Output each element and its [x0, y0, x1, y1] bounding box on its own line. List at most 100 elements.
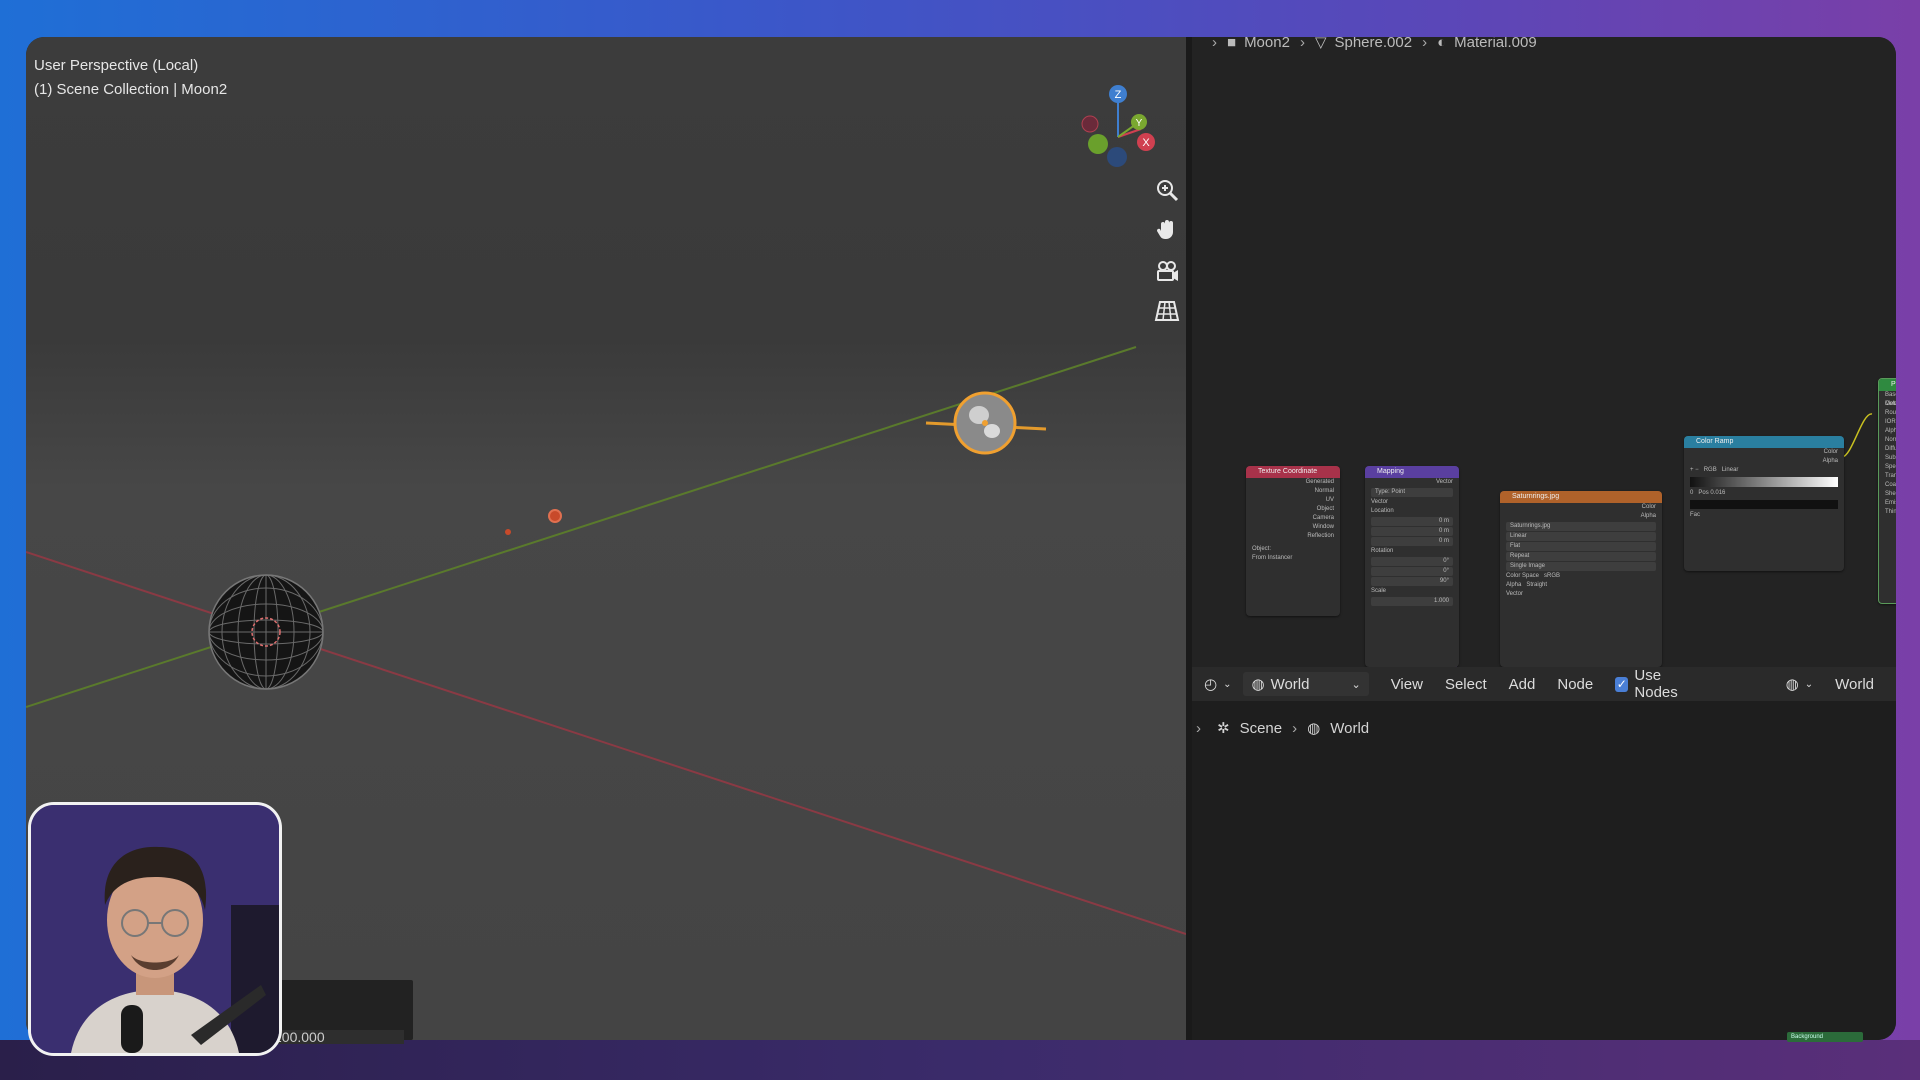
socket-label: Alpha — [1885, 428, 1896, 434]
socket-label: Normal — [1314, 488, 1334, 494]
chevron-down-icon: ⌄ — [1351, 678, 1361, 691]
chevron-down-icon: ⌄ — [1223, 678, 1232, 690]
menu-view[interactable]: View — [1391, 676, 1423, 693]
socket-label: Window — [1312, 524, 1334, 530]
background-node-badge[interactable]: Background — [1787, 1032, 1863, 1042]
origin-dot — [548, 509, 562, 523]
socket-label: Reflection — [1307, 533, 1334, 539]
socket-label: Vector — [1371, 499, 1389, 505]
from-instancer-checkbox[interactable]: From Instancer — [1246, 554, 1340, 563]
breadcrumb-world[interactable]: World — [1330, 720, 1369, 737]
node-image-texture[interactable]: Saturnrings.jpg Color Alpha Saturnrings.… — [1500, 491, 1662, 667]
node-title: Texture Coordinate — [1246, 466, 1340, 478]
node-principled-bsdf[interactable]: Principled Base Color Metallic Roughness… — [1878, 378, 1896, 604]
ramp-pos-row[interactable]: 0 Pos 0.016 — [1684, 489, 1844, 498]
scene-icon: ✲ — [1217, 720, 1230, 737]
socket-label: Alpha — [1640, 513, 1656, 519]
value-field[interactable]: 100.000 — [268, 1030, 404, 1044]
node-mapping[interactable]: Mapping Vector Type: Point Vector Locati… — [1365, 466, 1459, 667]
gizmo-y-label: Y — [1136, 118, 1143, 129]
rotation-label: Rotation — [1371, 548, 1394, 554]
background-strip — [0, 1040, 1920, 1080]
node-color-ramp[interactable]: Color Ramp Color Alpha + − RGB Linear 0 … — [1684, 436, 1844, 571]
shader-node-editor[interactable]: › ■ Moon2 › ▽ Sphere.002 › ◐ Material.00… — [1192, 37, 1896, 667]
socket-label: Color — [1641, 504, 1656, 510]
origin-dot-small — [505, 529, 511, 535]
rotation-y-field[interactable]: 0° — [1371, 567, 1453, 576]
extension-dropdown[interactable]: Repeat — [1506, 552, 1656, 561]
gizmo-z-label: Z — [1115, 89, 1122, 101]
world-icon: ◍ — [1251, 676, 1265, 693]
grid-icon[interactable] — [1150, 294, 1184, 328]
chevron-down-icon: ⌄ — [1804, 678, 1814, 690]
earth-sphere — [208, 574, 324, 690]
ramp-gradient[interactable] — [1690, 477, 1838, 487]
location-y-field[interactable]: 0 m — [1371, 527, 1453, 536]
dropdown-value: World — [1270, 675, 1310, 693]
gizmo-x-label: X — [1142, 137, 1150, 149]
socket-label: Transmission — [1885, 473, 1896, 479]
gizmo-neg-z[interactable] — [1105, 145, 1129, 169]
socket-label: Camera — [1312, 515, 1334, 521]
node-title: Mapping — [1365, 466, 1459, 478]
menu-select[interactable]: Select — [1445, 676, 1487, 693]
camera-icon[interactable] — [1150, 254, 1184, 288]
socket-label: Coat — [1885, 482, 1896, 488]
mapping-type-dropdown[interactable]: Type: Point — [1371, 488, 1453, 497]
rotation-z-field[interactable]: 90° — [1371, 577, 1453, 586]
app-window: User Perspective (Local) (1) Scene Colle… — [26, 37, 1896, 1040]
breadcrumb-scene[interactable]: Scene — [1240, 720, 1283, 737]
location-z-field[interactable]: 0 m — [1371, 537, 1453, 546]
source-dropdown[interactable]: Single Image — [1506, 562, 1656, 571]
zoom-icon[interactable] — [1150, 173, 1184, 207]
ramp-controls[interactable]: + − RGB Linear — [1684, 466, 1844, 475]
socket-label: Alpha — [1822, 458, 1838, 464]
location-label: Location — [1371, 508, 1394, 514]
alpha-row[interactable]: Alpha Straight — [1500, 581, 1662, 590]
color-space-row[interactable]: Color Space sRGB — [1500, 572, 1662, 581]
world-icon: ◍ — [1307, 720, 1321, 737]
world-properties-area[interactable]: › ✲ Scene › ◍ World — [1192, 701, 1896, 1040]
interpolation-dropdown[interactable]: Linear — [1506, 532, 1656, 541]
collection-label: (1) Scene Collection | Moon2 — [34, 81, 228, 98]
scale-x-field[interactable]: 1.000 — [1371, 597, 1453, 606]
socket-label: UV — [1325, 497, 1334, 503]
rotation-x-field[interactable]: 0° — [1371, 557, 1453, 566]
hand-icon[interactable] — [1150, 213, 1184, 247]
socket-label: Normal — [1885, 437, 1896, 443]
use-nodes-toggle[interactable]: ✓ Use Nodes — [1615, 667, 1699, 701]
socket-label: Object — [1316, 506, 1334, 512]
socket-label: Base Color — [1885, 392, 1896, 407]
socket-label: Generated — [1305, 479, 1334, 485]
socket-label: IOR — [1885, 419, 1896, 425]
node-title: Saturnrings.jpg — [1500, 491, 1662, 503]
world-browse-dropdown[interactable]: ◍ ⌄ — [1786, 675, 1813, 693]
world-icon: ◍ — [1785, 676, 1799, 693]
use-nodes-label: Use Nodes — [1634, 667, 1678, 701]
world-name-field[interactable]: World — [1835, 676, 1874, 693]
node-texture-coordinate[interactable]: Texture Coordinate Generated Normal UV O… — [1246, 466, 1340, 616]
menu-add[interactable]: Add — [1509, 676, 1536, 693]
shader-type-dropdown[interactable]: ◍ World ⌄ — [1243, 672, 1369, 696]
ramp-color-swatch[interactable] — [1690, 500, 1838, 509]
projection-dropdown[interactable]: Flat — [1506, 542, 1656, 551]
socket-label: Emission — [1885, 500, 1896, 506]
socket-label: Subsurface — [1885, 455, 1896, 461]
checkmark-icon: ✓ — [1615, 676, 1629, 692]
location-x-field[interactable]: 0 m — [1371, 517, 1453, 526]
view-mode-label: User Perspective (Local) — [34, 57, 199, 74]
breadcrumb: › ✲ Scene › ◍ World — [1196, 719, 1370, 738]
node-editor-header: ◴ ⌄ ◍ World ⌄ View Select Add Node ✓ Use … — [1192, 667, 1896, 701]
editor-type-dropdown[interactable]: ◴ ⌄ — [1204, 675, 1231, 693]
socket-label: Specular — [1885, 464, 1896, 470]
socket-label: Roughness — [1885, 410, 1896, 416]
object-field-label: Object: — [1252, 546, 1272, 552]
socket-label: Color — [1823, 449, 1838, 455]
scale-label: Scale — [1371, 588, 1387, 594]
presenter-figure — [31, 805, 279, 1053]
socket-label: Metallic — [1885, 401, 1896, 407]
menu-node[interactable]: Node — [1557, 676, 1593, 693]
image-file-field[interactable]: Saturnrings.jpg — [1506, 522, 1656, 531]
operator-panel[interactable]: 100.000 — [268, 980, 413, 1044]
socket-label: Sheen — [1885, 491, 1896, 497]
